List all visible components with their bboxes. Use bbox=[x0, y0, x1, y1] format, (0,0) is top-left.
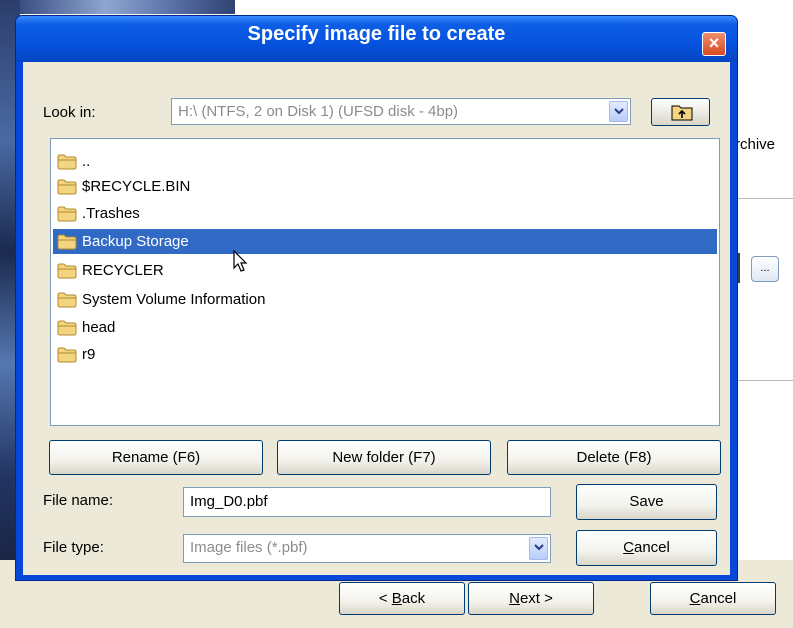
file-name: Backup Storage bbox=[82, 233, 189, 250]
file-name: .Trashes bbox=[82, 205, 140, 222]
back-button[interactable]: < Back bbox=[339, 582, 465, 615]
look-in-value: H:\ (NTFS, 2 on Disk 1) (UFSD disk - 4bp… bbox=[178, 103, 459, 120]
folder-icon bbox=[57, 154, 77, 169]
folder-icon bbox=[57, 234, 77, 249]
dialog-body: Look in: H:\ (NTFS, 2 on Disk 1) (UFSD d… bbox=[23, 62, 730, 575]
background-image-strip-top bbox=[20, 0, 235, 14]
folder-icon bbox=[57, 206, 77, 221]
dialog-title-bar: Specify image file to create × bbox=[16, 16, 737, 62]
up-folder-button[interactable] bbox=[651, 98, 710, 126]
background-divider bbox=[730, 198, 793, 199]
file-name: RECYCLER bbox=[82, 262, 164, 279]
folder-icon bbox=[57, 179, 77, 194]
folder-icon bbox=[57, 347, 77, 362]
close-icon[interactable]: × bbox=[702, 32, 726, 56]
wizard-cancel-button[interactable]: Cancel bbox=[650, 582, 776, 615]
up-folder-icon bbox=[671, 105, 693, 121]
file-name: System Volume Information bbox=[82, 291, 266, 308]
file-type-dropdown[interactable]: Image files (*.pbf) bbox=[183, 534, 551, 563]
file-name: r9 bbox=[82, 346, 96, 363]
look-in-dropdown[interactable]: H:\ (NTFS, 2 on Disk 1) (UFSD disk - 4bp… bbox=[171, 98, 631, 125]
list-item[interactable]: .. bbox=[53, 149, 90, 174]
mouse-cursor-icon bbox=[233, 250, 248, 272]
background-archive-label: rchive bbox=[735, 136, 776, 153]
file-name: .. bbox=[82, 153, 91, 170]
save-button[interactable]: Save bbox=[576, 484, 717, 520]
folder-icon bbox=[57, 320, 77, 335]
delete-button[interactable]: Delete (F8) bbox=[507, 440, 721, 475]
folder-icon bbox=[57, 292, 77, 307]
chevron-down-icon[interactable] bbox=[529, 537, 548, 560]
list-item[interactable]: r9 bbox=[53, 342, 95, 367]
background-browse-button[interactable]: ... bbox=[751, 256, 779, 282]
cancel-button[interactable]: Cancel bbox=[576, 530, 717, 566]
background-divider bbox=[730, 380, 793, 381]
next-button[interactable]: Next > bbox=[468, 582, 594, 615]
dialog-title: Specify image file to create bbox=[247, 23, 506, 45]
save-image-dialog: Specify image file to create × Look in: … bbox=[15, 15, 738, 581]
file-list[interactable]: .. $RECYCLE.BIN .Trashes Backup Storage … bbox=[50, 138, 720, 426]
list-item[interactable]: RECYCLER bbox=[53, 258, 164, 283]
list-item[interactable]: head bbox=[53, 315, 115, 340]
file-name-label: File name: bbox=[43, 492, 114, 509]
file-name: head bbox=[82, 319, 116, 336]
file-type-value: Image files (*.pbf) bbox=[190, 539, 308, 556]
list-item[interactable]: $RECYCLE.BIN bbox=[53, 174, 190, 199]
file-name-value: Img_D0.pbf bbox=[190, 493, 268, 510]
folder-icon bbox=[57, 263, 77, 278]
new-folder-button[interactable]: New folder (F7) bbox=[277, 440, 491, 475]
rename-button[interactable]: Rename (F6) bbox=[49, 440, 263, 475]
chevron-down-icon[interactable] bbox=[609, 101, 628, 122]
file-name-field[interactable]: Img_D0.pbf bbox=[183, 487, 551, 517]
list-item[interactable]: System Volume Information bbox=[53, 287, 265, 312]
file-type-label: File type: bbox=[43, 539, 104, 556]
look-in-label: Look in: bbox=[43, 104, 96, 121]
file-name: $RECYCLE.BIN bbox=[82, 178, 191, 195]
list-item-selected[interactable]: Backup Storage bbox=[53, 229, 717, 254]
list-item[interactable]: .Trashes bbox=[53, 201, 140, 226]
